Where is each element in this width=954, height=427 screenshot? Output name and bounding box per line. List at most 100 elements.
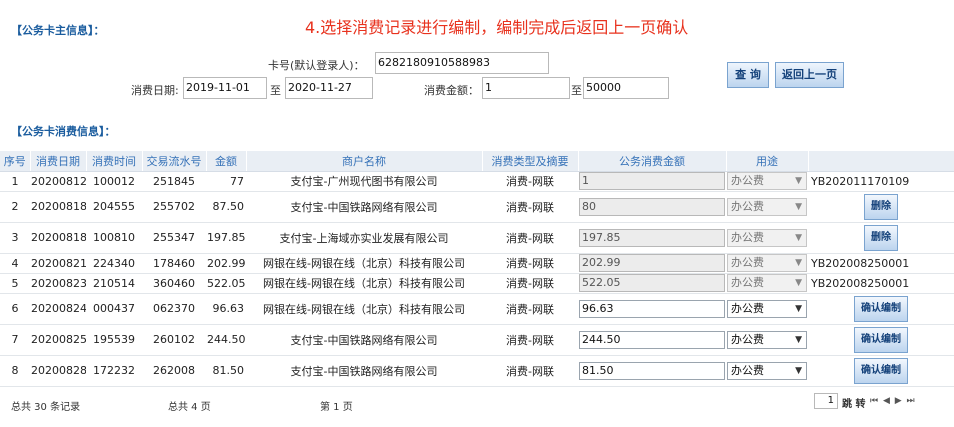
row-purpose-cell: 办公费 ▼	[726, 253, 808, 274]
confirm-edit-button[interactable]: 确认编制	[854, 295, 908, 322]
row-voucher-number: YB202011170109	[808, 171, 954, 192]
row-time: 172232	[86, 355, 142, 387]
row-amount: 81.50	[206, 355, 246, 387]
row-amount: 96.63	[206, 293, 246, 325]
row-date: 20200812	[30, 171, 86, 192]
purpose-value: 办公费	[731, 276, 764, 289]
back-button[interactable]: 返回上一页	[775, 62, 844, 88]
row-amount: 244.50	[206, 324, 246, 356]
purpose-value: 办公费	[731, 301, 764, 315]
row-action-cell: 确认编制	[808, 324, 954, 356]
purpose-select[interactable]: 办公费 ▼	[727, 330, 807, 349]
row-time: 100012	[86, 171, 142, 192]
row-amount: 197.85	[206, 222, 246, 254]
current-page: 第 1 页	[320, 402, 353, 413]
amount-to-input[interactable]: 50000	[583, 77, 669, 99]
row-merchant: 支付宝-中国铁路网络有限公司	[246, 324, 482, 356]
row-merchant: 支付宝-广州现代图书有限公司	[246, 171, 482, 192]
purpose-value: 办公费	[731, 174, 764, 187]
chevron-down-icon: ▼	[795, 201, 802, 212]
page-number-input[interactable]: 1	[814, 393, 838, 409]
row-purpose-cell: 办公费 ▼	[726, 191, 808, 223]
confirm-edit-button[interactable]: 确认编制	[854, 326, 908, 353]
row-date: 20200828	[30, 355, 86, 387]
jump-button[interactable]: 跳 转	[842, 395, 865, 410]
purpose-select[interactable]: 办公费 ▼	[727, 361, 807, 380]
instruction-banner: 4.选择消费记录进行编制，编制完成后返回上一页确认	[305, 18, 689, 37]
row-merchant: 网银在线-网银在线（北京）科技有限公司	[246, 253, 482, 274]
row-time: 100810	[86, 222, 142, 254]
records-table: 序号 消费日期 消费时间 交易流水号 金额 商户名称 消费类型及摘要 公务消费金…	[0, 151, 954, 387]
header-serial: 交易流水号	[142, 151, 207, 172]
row-type: 消费-网联	[482, 293, 578, 325]
delete-button[interactable]: 删除	[864, 193, 898, 220]
row-serial: 178460	[142, 253, 206, 274]
row-serial: 360460	[142, 273, 206, 294]
row-date: 20200823	[30, 273, 86, 294]
amount-to-label: 至	[571, 84, 582, 97]
chevron-down-icon: ▼	[795, 365, 802, 376]
row-type: 消费-网联	[482, 273, 578, 294]
date-to-input[interactable]: 2020-11-27	[285, 77, 373, 99]
row-action-cell: 删除	[808, 191, 954, 223]
date-from-input[interactable]: 2019-11-01	[183, 77, 267, 99]
table-row: 3 20200818 100810 255347 197.85 支付宝-上海域亦实业发展有…	[0, 222, 954, 254]
official-amount-input: 522.05	[579, 274, 725, 292]
records-section-title: 【公务卡消费信息】：	[11, 125, 116, 138]
chevron-down-icon: ▼	[795, 258, 802, 268]
header-merchant: 商户名称	[246, 151, 483, 172]
row-no: 6	[0, 293, 30, 325]
row-official-amount-cell: 522.05	[578, 273, 726, 294]
purpose-select: 办公费 ▼	[727, 274, 807, 292]
row-merchant: 支付宝-中国铁路网络有限公司	[246, 191, 482, 223]
row-type: 消费-网联	[482, 222, 578, 254]
total-records: 总共 30 条记录	[11, 402, 81, 413]
row-time: 204555	[86, 191, 142, 223]
confirm-edit-button[interactable]: 确认编制	[854, 357, 908, 384]
row-official-amount-cell: 202.99	[578, 253, 726, 274]
table-row: 2 20200818 204555 255702 87.50 支付宝-中国铁路网络有限公司…	[0, 191, 954, 223]
row-time: 195539	[86, 324, 142, 356]
row-time: 210514	[86, 273, 142, 294]
row-date: 20200825	[30, 324, 86, 356]
row-type: 消费-网联	[482, 355, 578, 387]
row-date: 20200818	[30, 191, 86, 223]
row-purpose-cell: 办公费 ▼	[726, 355, 808, 387]
table-row: 5 20200823 210514 360460 522.05 网银在线-网银在线（北京）…	[0, 273, 954, 294]
row-serial: 255347	[142, 222, 206, 254]
table-row: 1 20200812 100012 251845 77 支付宝-广州现代图书有限公司 消费-…	[0, 171, 954, 192]
purpose-value: 办公费	[731, 332, 764, 346]
official-amount-input[interactable]: 244.50	[579, 330, 725, 349]
pagination-nav-icons[interactable]: ⏮ ◀ ▶ ⏭	[870, 396, 916, 406]
row-date: 20200821	[30, 253, 86, 274]
purpose-value: 办公费	[731, 230, 764, 244]
row-official-amount-cell: 1	[578, 171, 726, 192]
holder-section-title: 【公务卡主信息】：	[11, 24, 105, 37]
chevron-down-icon: ▼	[795, 232, 802, 243]
purpose-value: 办公费	[731, 363, 764, 377]
row-action-cell: 删除	[808, 222, 954, 254]
row-voucher-number: YB202008250001	[808, 253, 954, 274]
row-voucher-number: YB202008250001	[808, 273, 954, 294]
official-amount-input[interactable]: 96.63	[579, 299, 725, 318]
row-no: 1	[0, 171, 30, 192]
card-number-field[interactable]: 6282180910588983	[375, 52, 549, 74]
official-amount-input[interactable]: 81.50	[579, 361, 725, 380]
row-purpose-cell: 办公费 ▼	[726, 324, 808, 356]
row-date: 20200824	[30, 293, 86, 325]
row-purpose-cell: 办公费 ▼	[726, 171, 808, 192]
row-purpose-cell: 办公费 ▼	[726, 222, 808, 254]
card-number-label: 卡号(默认登录人)：	[268, 59, 365, 72]
row-amount: 87.50	[206, 191, 246, 223]
official-amount-input: 1	[579, 172, 725, 190]
amount-from-input[interactable]: 1	[482, 77, 570, 99]
row-type: 消费-网联	[482, 171, 578, 192]
delete-button[interactable]: 删除	[864, 224, 898, 251]
table-row: 8 20200828 172232 262008 81.50 支付宝-中国铁路网络有限公司…	[0, 355, 954, 387]
row-type: 消费-网联	[482, 324, 578, 356]
purpose-select[interactable]: 办公费 ▼	[727, 299, 807, 318]
chevron-down-icon: ▼	[795, 278, 802, 288]
purpose-select: 办公费 ▼	[727, 197, 807, 216]
query-button[interactable]: 查 询	[727, 62, 769, 88]
row-purpose-cell: 办公费 ▼	[726, 293, 808, 325]
